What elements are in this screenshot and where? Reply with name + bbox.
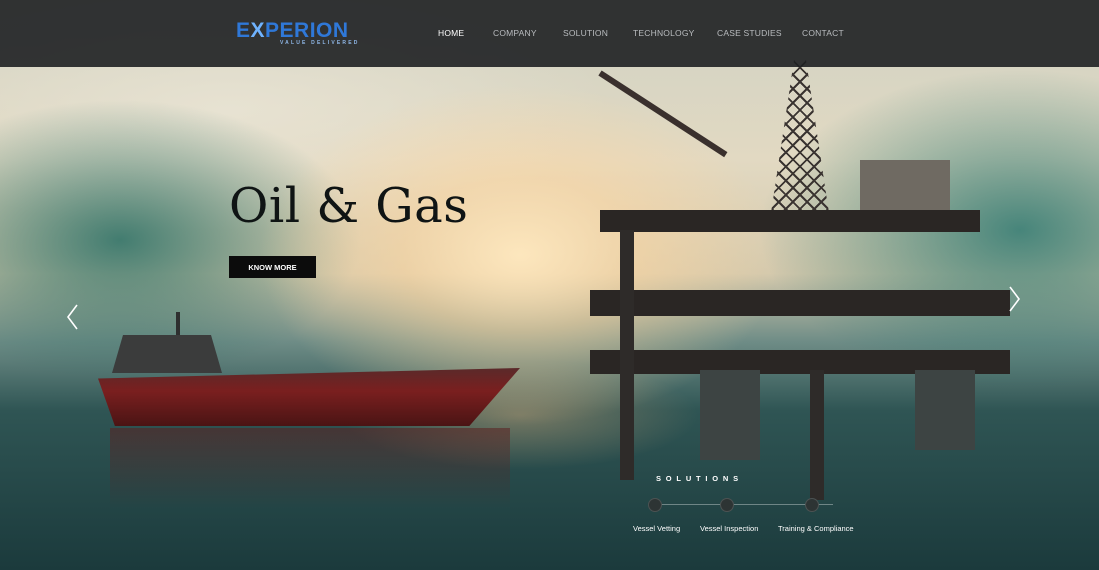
logo-wordmark: EXPERION: [236, 19, 349, 42]
chevron-left-icon: [67, 304, 78, 330]
rig-leg: [915, 370, 975, 450]
rig-leg: [700, 370, 760, 460]
slider-next-button[interactable]: [1005, 284, 1023, 314]
solution-dot-vessel-vetting[interactable]: [648, 498, 662, 512]
rig-upper-deck: [600, 210, 980, 232]
nav-item-case-studies[interactable]: CASE STUDIES: [717, 28, 782, 38]
slider-prev-button[interactable]: [64, 302, 82, 332]
oil-rig-illustration: [580, 60, 1020, 570]
ship-reflection: [110, 428, 510, 508]
rig-derrick-tower: [770, 60, 830, 220]
hero-background: [0, 0, 1099, 570]
solution-label-vessel-inspection[interactable]: Vessel Inspection: [700, 524, 758, 533]
rig-middle-deck: [590, 290, 1010, 316]
know-more-button[interactable]: KNOW MORE: [229, 256, 316, 278]
rig-leg: [810, 370, 824, 500]
nav-item-company[interactable]: COMPANY: [493, 28, 537, 38]
solutions-heading: SOLUTIONS: [656, 474, 743, 483]
top-navbar: EXPERION VALUE DELIVERED HOME COMPANY SO…: [0, 0, 1099, 67]
nav-item-technology[interactable]: TECHNOLOGY: [633, 28, 695, 38]
ship-bridge: [112, 335, 222, 373]
solution-dot-vessel-inspection[interactable]: [720, 498, 734, 512]
ship-hull: [98, 368, 520, 426]
chevron-right-icon: [1009, 286, 1020, 312]
rig-crane: [598, 70, 728, 158]
nav-item-home[interactable]: HOME: [438, 28, 464, 38]
solution-label-training-compliance[interactable]: Training & Compliance: [778, 524, 854, 533]
rig-leg: [620, 230, 634, 480]
hero-title: Oil & Gas: [229, 178, 469, 234]
solution-dot-training-compliance[interactable]: [805, 498, 819, 512]
brand-logo[interactable]: EXPERION VALUE DELIVERED: [236, 19, 360, 47]
nav-item-contact[interactable]: CONTACT: [802, 28, 844, 38]
nav-item-solution[interactable]: SOLUTION: [563, 28, 608, 38]
logo-tagline: VALUE DELIVERED: [280, 40, 360, 46]
solution-label-vessel-vetting[interactable]: Vessel Vetting: [633, 524, 680, 533]
